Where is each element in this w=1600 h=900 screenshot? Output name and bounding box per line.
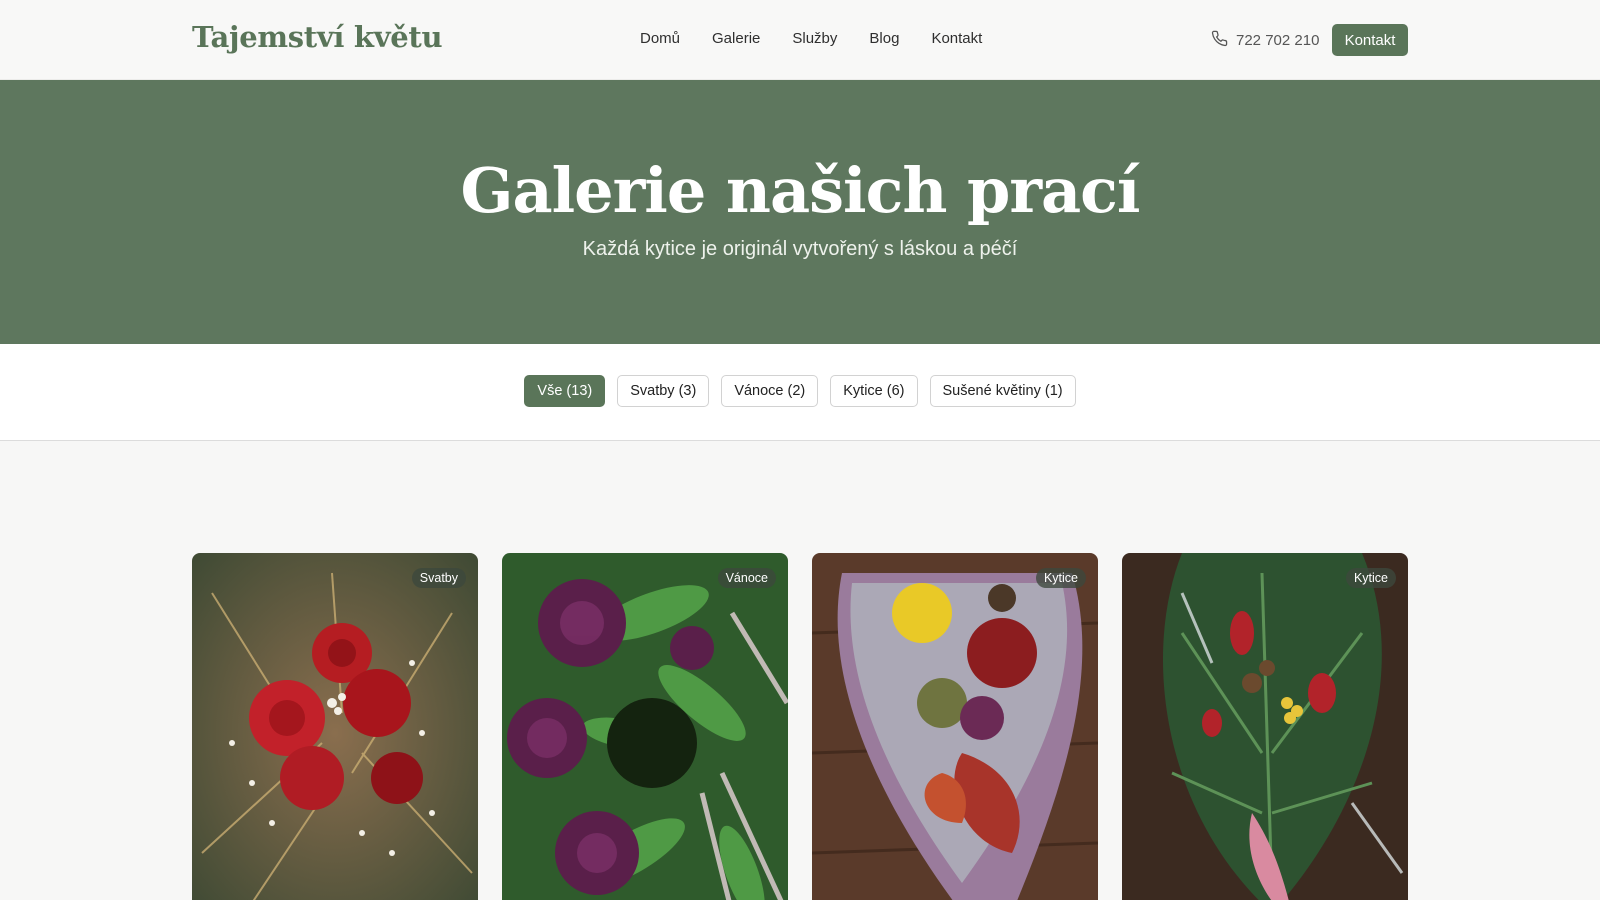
page-title: Galerie našich prací [460,154,1141,227]
filter-christmas-button[interactable]: Vánoce (2) [721,375,819,407]
gallery-card[interactable]: Vánoce [502,553,788,900]
gallery-photo-purple-wreath [502,553,788,900]
site-header: Tajemství květu Domů Galerie Služby Blog… [0,0,1600,80]
filter-dried-flowers-button[interactable]: Sušené květiny (1) [929,375,1076,407]
phone-icon [1211,30,1228,51]
nav-link-gallery[interactable]: Galerie [712,30,760,47]
filter-bar: Vše (13) Svatby (3) Vánoce (2) Kytice (6… [0,344,1600,441]
filter-bouquets-button[interactable]: Kytice (6) [830,375,918,407]
hero-banner: Galerie našich prací Každá kytice je ori… [0,80,1600,344]
page-subtitle: Každá kytice je originál vytvořený s lás… [582,238,1018,260]
contact-button[interactable]: Kontakt [1332,24,1408,56]
nav-link-home[interactable]: Domů [640,30,680,47]
phone-number: 722 702 210 [1236,32,1320,49]
category-badge: Kytice [1035,568,1086,588]
gallery-card[interactable]: Kytice [812,553,1098,900]
phone-link[interactable]: 722 702 210 [1211,30,1319,51]
filter-group: Vše (13) Svatby (3) Vánoce (2) Kytice (6… [0,375,1600,407]
category-badge: Vánoce [717,568,776,588]
filter-weddings-button[interactable]: Svatby (3) [617,375,710,407]
category-badge: Svatby [411,568,466,588]
nav-link-blog[interactable]: Blog [869,30,899,47]
site-logo[interactable]: Tajemství květu [192,20,443,54]
gallery-card[interactable]: Svatby [192,553,478,900]
gallery-photo-red-roses [192,553,478,900]
nav-link-contact[interactable]: Kontakt [931,30,982,47]
gallery-card[interactable]: Kytice [1122,553,1408,900]
nav-link-services[interactable]: Služby [792,30,837,47]
gallery-photo-heart-arrangement [812,553,1098,900]
filter-all-button[interactable]: Vše (13) [524,375,606,407]
gallery-grid: Svatby Vánoce Kytice Kytice [192,553,1408,900]
main-nav: Domů Galerie Služby Blog Kontakt [640,30,982,47]
gallery-photo-evergreen-arrangement [1122,553,1408,900]
category-badge: Kytice [1345,568,1396,588]
